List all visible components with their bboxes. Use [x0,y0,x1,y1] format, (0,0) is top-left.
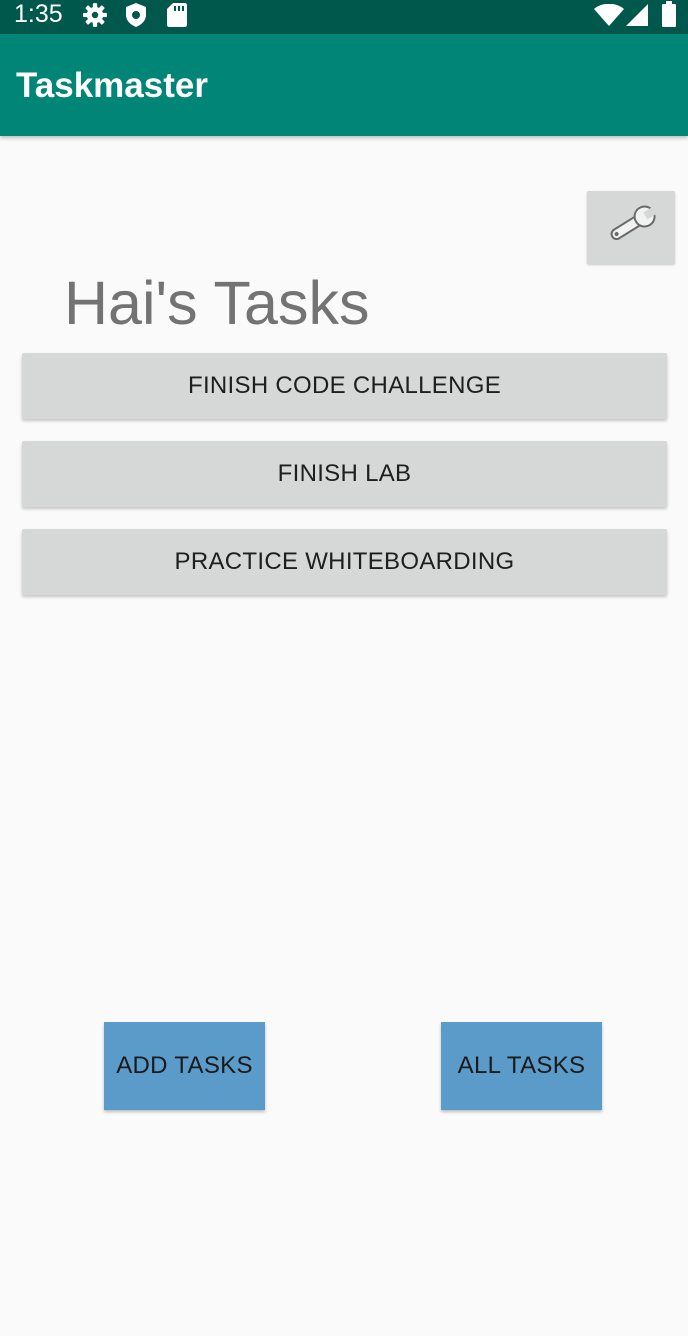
page-title: Hai's Tasks [64,269,370,337]
app-title: Taskmaster [16,66,208,105]
gear-icon [82,2,108,33]
app-bar: Taskmaster [0,34,688,136]
shield-icon [124,2,148,33]
task-button-practice-whiteboarding[interactable]: PRACTICE WHITEBOARDING [22,529,667,595]
task-button-finish-code-challenge[interactable]: FINISH CODE CHALLENGE [22,353,667,419]
all-tasks-button[interactable]: ALL TASKS [441,1022,602,1110]
wrench-icon [603,203,659,252]
settings-button[interactable] [587,191,675,264]
signal-icon [626,4,648,31]
sd-card-icon [166,2,188,33]
battery-icon [662,1,676,32]
status-time: 1:35 [14,0,63,28]
wifi-icon [594,3,624,31]
status-bar: 1:35 [0,0,688,34]
task-button-finish-lab[interactable]: FINISH LAB [22,441,667,507]
add-tasks-button[interactable]: ADD TASKS [104,1022,265,1110]
